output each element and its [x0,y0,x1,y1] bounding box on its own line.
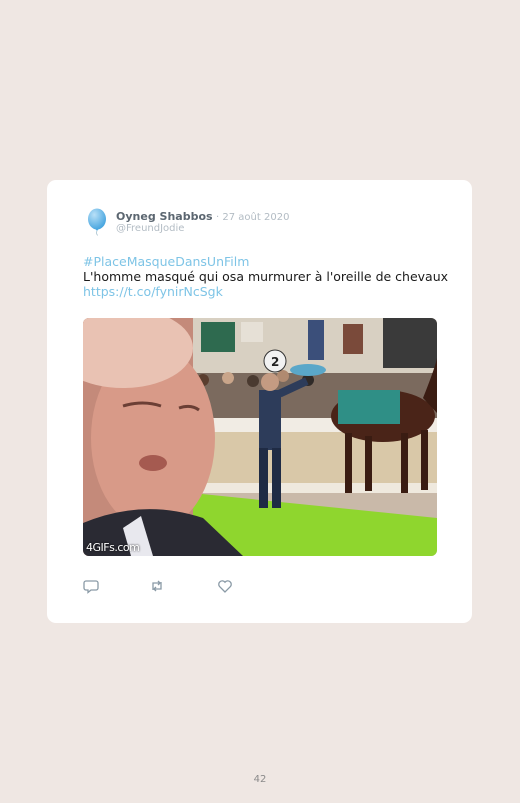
tweet-card: Oyneg Shabbos · 27 août 2020 @FreundJodi… [47,180,472,623]
author-line: Oyneg Shabbos · 27 août 2020 [116,210,289,224]
gif-frame-illustration: 2 [83,318,437,556]
reply-icon[interactable] [83,578,99,594]
retweet-icon[interactable] [149,578,165,594]
tweet-actions [83,578,283,594]
tweet-date[interactable]: · 27 août 2020 [216,212,289,223]
gif-watermark: 4GIFs.com [86,541,140,554]
hashtag-link[interactable]: #PlaceMasqueDansUnFilm [83,254,453,269]
author-handle[interactable]: @FreundJodie [116,223,184,235]
tweet-media-gif[interactable]: 2 4GIFs.com [83,318,437,556]
page-number: 42 [253,774,267,785]
tweet-text: #PlaceMasqueDansUnFilm L'homme masqué qu… [83,254,453,299]
balloon-avatar-icon[interactable] [87,208,107,236]
tweet-body: L'homme masqué qui osa murmurer à l'orei… [83,269,449,284]
author-name[interactable]: Oyneg Shabbos [116,210,213,223]
tweet-url-link[interactable]: https://t.co/fynirNcSgk [83,284,453,299]
sign-number: 2 [271,355,279,369]
like-icon[interactable] [217,578,233,594]
